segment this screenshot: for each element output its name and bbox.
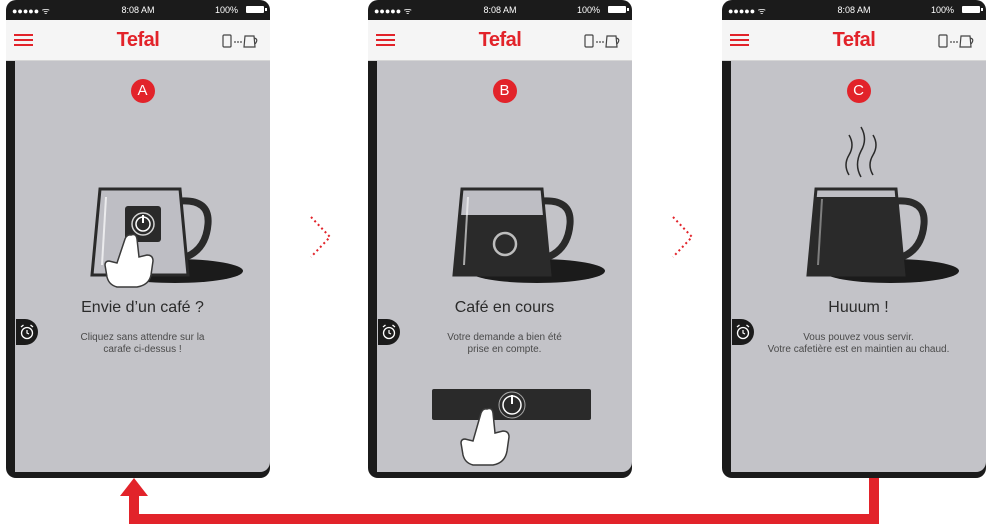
loop-back-arrow xyxy=(120,478,879,524)
